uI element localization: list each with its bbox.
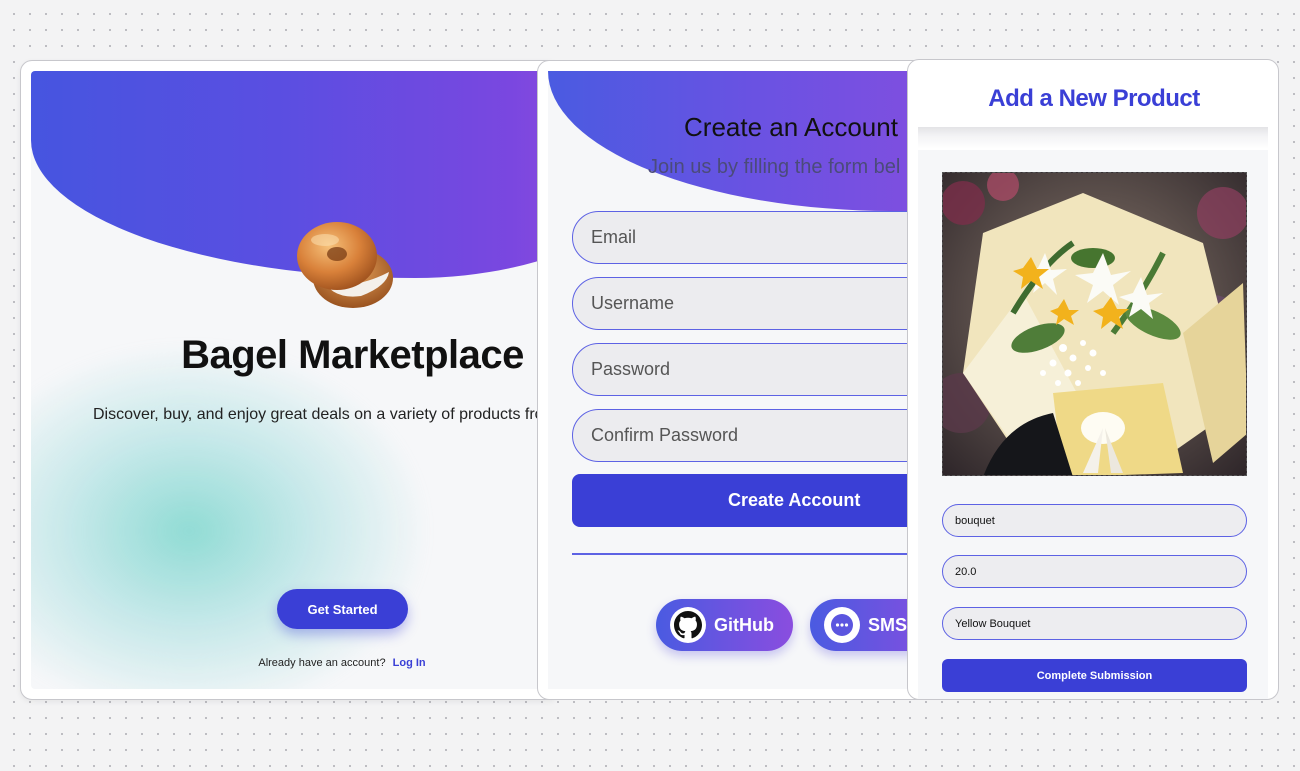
confirm-password-placeholder: Confirm Password: [591, 425, 739, 445]
bagel-icon: [297, 222, 393, 308]
sms-label: SMS: [868, 614, 908, 635]
product-name-field[interactable]: bouquet: [942, 504, 1247, 537]
username-placeholder: Username: [591, 293, 675, 313]
email-placeholder: Email: [591, 227, 637, 247]
add-product-title: Add a New Product: [988, 85, 1200, 112]
product-price-value: 20.0: [955, 565, 977, 578]
login-prompt-text: Already have an account?: [258, 657, 386, 669]
github-icon: [670, 607, 706, 643]
login-link[interactable]: Log In: [393, 657, 426, 669]
teal-glow-decoration: [31, 341, 431, 689]
form-divider: [572, 553, 936, 555]
github-label: GitHub: [714, 614, 774, 635]
complete-submission-button[interactable]: Complete Submission: [942, 659, 1247, 692]
chat-bubble-icon: [824, 607, 860, 643]
signup-title: Create an Account: [684, 112, 898, 142]
product-description-value: Yellow Bouquet: [955, 617, 1031, 630]
add-product-card: Add a New Product bouquet 20.0 Yellow Bo…: [907, 59, 1279, 700]
product-image-upload[interactable]: [942, 172, 1247, 476]
confirm-password-field[interactable]: Confirm Password: [572, 409, 936, 462]
password-placeholder: Password: [591, 359, 671, 379]
github-login-button[interactable]: GitHub: [656, 599, 793, 651]
product-description-field[interactable]: Yellow Bouquet: [942, 607, 1247, 640]
app-title: Bagel Marketplace: [181, 333, 524, 377]
signup-subtitle: Join us by filling the form bel: [648, 156, 901, 178]
create-account-button[interactable]: Create Account: [572, 474, 936, 527]
product-name-value: bouquet: [955, 514, 995, 527]
login-prompt-row: Already have an account? Log In: [31, 657, 559, 669]
email-field[interactable]: Email: [572, 211, 936, 264]
bouquet-photo: [943, 173, 1246, 475]
title-separator: [918, 127, 1268, 149]
landing-panel: Bagel Marketplace Discover, buy, and enj…: [31, 71, 559, 689]
get-started-button[interactable]: Get Started: [277, 589, 408, 629]
username-field[interactable]: Username: [572, 277, 936, 330]
product-price-field[interactable]: 20.0: [942, 555, 1247, 588]
signup-card: Create an Account Join us by filling the…: [537, 60, 937, 700]
landing-card: Bagel Marketplace Discover, buy, and enj…: [20, 60, 560, 700]
app-description: Discover, buy, and enjoy great deals on …: [92, 406, 559, 423]
signup-panel: Create an Account Join us by filling the…: [548, 71, 936, 689]
password-field[interactable]: Password: [572, 343, 936, 396]
